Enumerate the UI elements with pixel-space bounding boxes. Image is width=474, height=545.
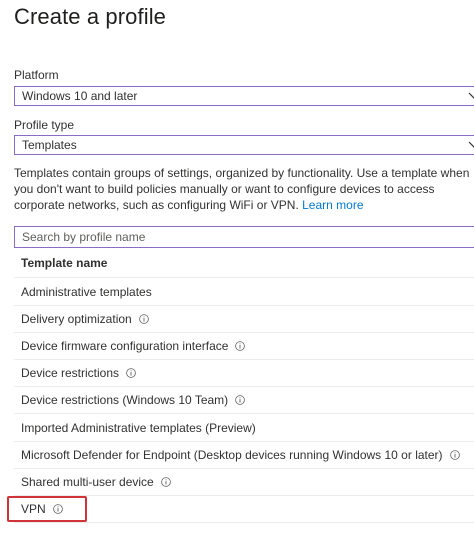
learn-more-link[interactable]: Learn more [302,198,363,212]
info-icon[interactable] [235,395,245,405]
platform-dropdown[interactable]: Windows 10 and later [14,86,474,106]
description-text: Templates contain groups of settings, or… [14,166,470,212]
info-icon[interactable] [449,450,460,460]
template-row[interactable]: Delivery optimization [14,306,474,333]
platform-label: Platform [14,68,59,82]
search-input[interactable]: Search by profile name [14,226,474,248]
template-row[interactable]: Device restrictions (Windows 10 Team) [14,387,474,414]
template-name: Imported Administrative templates (Previ… [21,421,256,435]
template-name: Administrative templates [21,285,152,299]
profile-type-label: Profile type [14,118,75,132]
template-name: Device restrictions (Windows 10 Team) [21,393,229,407]
template-row[interactable]: Administrative templates [14,279,474,306]
template-row[interactable]: Device restrictions [14,360,474,387]
info-icon[interactable] [160,477,171,487]
template-description: Templates contain groups of settings, or… [14,165,474,213]
template-row[interactable]: Microsoft Defender for Endpoint (Desktop… [14,442,474,469]
vpn-highlight-box [7,496,87,522]
template-row[interactable]: Imported Administrative templates (Previ… [14,415,474,442]
template-name: Delivery optimization [21,312,132,326]
info-icon[interactable] [138,314,149,324]
template-name: Device restrictions [21,366,120,380]
profile-type-value: Templates [22,138,77,152]
template-name: Shared multi-user device [21,475,154,489]
template-row[interactable]: Shared multi-user device [14,469,474,496]
template-name: Microsoft Defender for Endpoint (Desktop… [21,448,443,462]
chevron-down-icon [468,92,474,99]
platform-value: Windows 10 and later [22,89,138,103]
info-icon[interactable] [126,368,136,378]
page-title: Create a profile [14,4,167,29]
profile-type-dropdown[interactable]: Templates [14,135,474,155]
template-name: Device firmware configuration interface [21,339,229,353]
info-icon[interactable] [235,341,246,351]
template-row[interactable]: Device firmware configuration interface [14,333,474,360]
column-header-template-name[interactable]: Template name [14,248,474,278]
chevron-down-icon [468,141,474,148]
